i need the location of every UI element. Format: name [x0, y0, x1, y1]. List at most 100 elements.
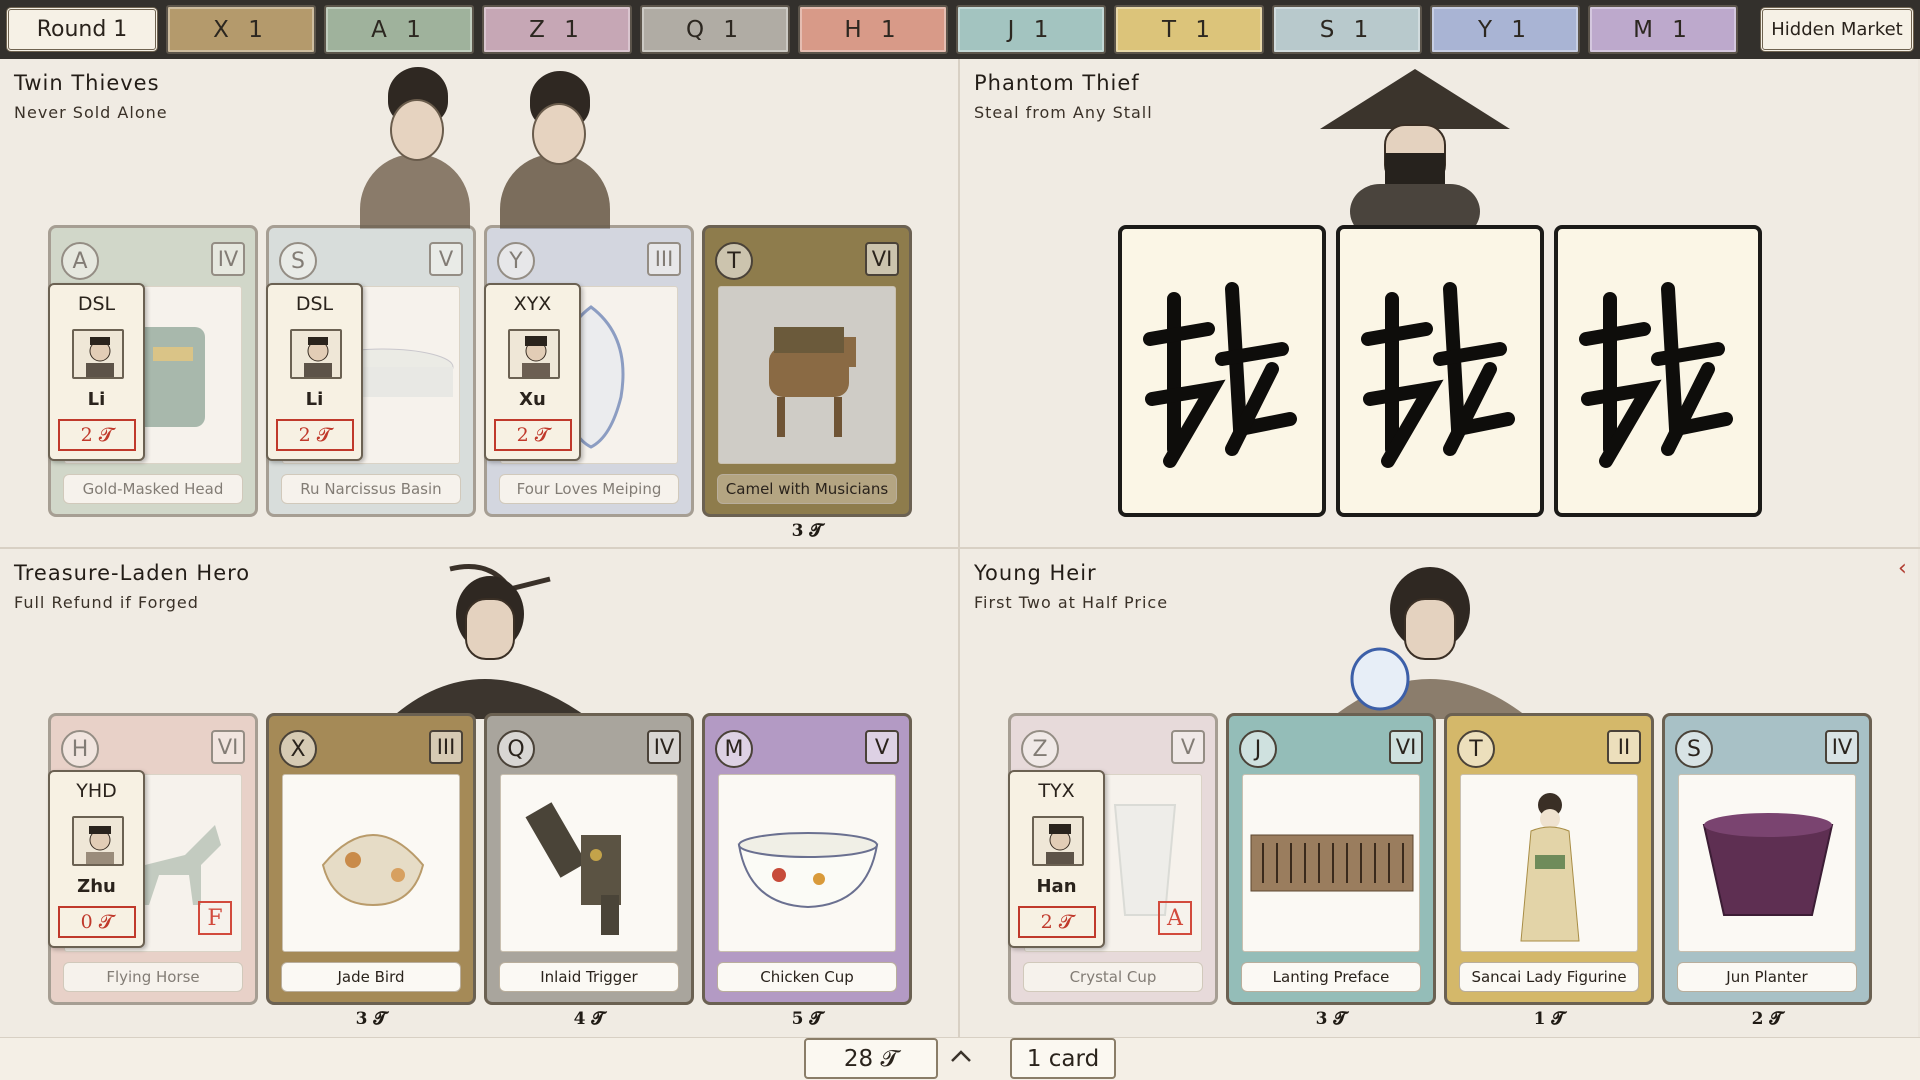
card-numeral: IV — [1825, 730, 1859, 764]
young-heir-portrait — [1320, 559, 1540, 719]
card-letter: Q — [497, 730, 535, 768]
calligraphy-glyph — [1143, 282, 1297, 468]
buyer-name: Li — [87, 389, 106, 410]
face-down-card[interactable] — [1118, 225, 1326, 517]
character-title: Treasure-Laden Hero — [14, 561, 251, 585]
card-letter: M — [715, 730, 753, 768]
card-letter: T — [1457, 730, 1495, 768]
buyer-code: TYX — [1038, 780, 1075, 802]
panel-phantom-thief: Phantom Thief Steal from Any Stall — [960, 59, 1918, 547]
jade-bird-image — [282, 774, 460, 952]
character-title: Phantom Thief — [974, 71, 1140, 95]
card-numeral: IV — [647, 730, 681, 764]
artifact-card[interactable]: X III Jade Bird — [266, 713, 476, 1005]
card-numeral: III — [429, 730, 463, 764]
chicken-cup-image — [718, 774, 896, 952]
chevron-up-icon[interactable] — [949, 1044, 973, 1068]
card-name: Ru Narcissus Basin — [281, 474, 461, 504]
buyer-tag: DSL Li 2 𝓣 — [266, 283, 363, 461]
buyer-avatar — [72, 329, 124, 379]
card-name: Lanting Preface — [1241, 962, 1421, 992]
tab-j[interactable]: J 1 — [956, 5, 1106, 54]
card-letter: A — [61, 242, 99, 280]
artifact-card[interactable]: S IV Jun Planter — [1662, 713, 1872, 1005]
tab-h[interactable]: H 1 — [798, 5, 948, 54]
authentic-stamp: A — [1158, 901, 1192, 935]
artifact-card[interactable]: T II Sancai Lady Figurine — [1444, 713, 1654, 1005]
card-price: 3 𝓣 — [1315, 1009, 1347, 1029]
card-price: 3 𝓣 — [791, 521, 823, 541]
tab-a[interactable]: A 1 — [324, 5, 474, 54]
card-name: Gold-Masked Head — [63, 474, 243, 504]
buyer-name: Xu — [519, 389, 546, 410]
artifact-card[interactable]: J VI Lanting Preface — [1226, 713, 1436, 1005]
buyer-tag: XYX Xu 2 𝓣 — [484, 283, 581, 461]
card-price: 3 𝓣 — [355, 1009, 387, 1029]
card-numeral: V — [429, 242, 463, 276]
camel-image — [718, 286, 896, 464]
tab-m[interactable]: M 1 — [1588, 5, 1738, 54]
twin-thieves-portrait — [340, 59, 670, 229]
card-name: Sancai Lady Figurine — [1459, 962, 1639, 992]
card-numeral: VI — [1389, 730, 1423, 764]
card-name: Inlaid Trigger — [499, 962, 679, 992]
card-letter: T — [715, 242, 753, 280]
character-ability: Full Refund if Forged — [14, 593, 199, 612]
tab-s[interactable]: S 1 — [1272, 5, 1422, 54]
calligraphy-glyph — [1579, 282, 1733, 468]
card-name: Jun Planter — [1677, 962, 1857, 992]
buyer-avatar — [290, 329, 342, 379]
tab-t[interactable]: T 1 — [1114, 5, 1264, 54]
buyer-avatar — [1032, 816, 1084, 866]
card-price: 2 𝓣 — [1751, 1009, 1783, 1029]
money-display: 28 𝓣 — [804, 1038, 938, 1079]
card-numeral: VI — [865, 242, 899, 276]
chevron-left-icon[interactable]: ‹ — [1898, 556, 1907, 581]
card-letter: J — [1239, 730, 1277, 768]
face-down-card[interactable] — [1336, 225, 1544, 517]
card-name: Four Loves Meiping — [499, 474, 679, 504]
artifact-card[interactable]: Q IV Inlaid Trigger — [484, 713, 694, 1005]
character-title: Twin Thieves — [14, 71, 160, 95]
panel-twin-thieves: Twin Thieves Never Sold Alone A IV Gold-… — [0, 59, 958, 547]
buyer-tag: TYX Han 2 𝓣 — [1008, 770, 1105, 948]
card-letter: Z — [1021, 730, 1059, 768]
card-name: Camel with Musicians — [717, 474, 897, 504]
buyer-code: DSL — [295, 293, 334, 315]
card-name: Flying Horse — [63, 962, 243, 992]
character-ability: First Two at Half Price — [974, 593, 1169, 612]
character-ability: Never Sold Alone — [14, 103, 168, 122]
face-down-card[interactable] — [1554, 225, 1762, 517]
tab-y[interactable]: Y 1 — [1430, 5, 1580, 54]
buyer-price: 0 𝓣 — [58, 906, 136, 938]
card-numeral: VI — [211, 730, 245, 764]
card-numeral: IV — [211, 242, 245, 276]
card-name: Crystal Cup — [1023, 962, 1203, 992]
buyer-tag: YHD Zhu 0 𝓣 — [48, 770, 145, 948]
card-letter: H — [61, 730, 99, 768]
round-indicator[interactable]: Round 1 — [6, 7, 158, 52]
hidden-market-button[interactable]: Hidden Market — [1760, 7, 1914, 52]
panel-young-heir: Young Heir First Two at Half Price Z V C… — [960, 549, 1918, 1037]
tab-q[interactable]: Q 1 — [640, 5, 790, 54]
card-name: Chicken Cup — [717, 962, 897, 992]
card-numeral: II — [1607, 730, 1641, 764]
buyer-tag: DSL Li 2 𝓣 — [48, 283, 145, 461]
card-name: Jade Bird — [281, 962, 461, 992]
card-count-display[interactable]: 1 card — [1010, 1038, 1116, 1079]
card-price: 1 𝓣 — [1533, 1009, 1565, 1029]
tab-x[interactable]: X 1 — [166, 5, 316, 54]
card-letter: X — [279, 730, 317, 768]
artifact-card[interactable]: T VI Camel with Musicians — [702, 225, 912, 517]
buyer-name: Li — [305, 389, 324, 410]
tab-z[interactable]: Z 1 — [482, 5, 632, 54]
buyer-code: XYX — [513, 293, 552, 315]
card-numeral: V — [1171, 730, 1205, 764]
artifact-card[interactable]: M V Chicken Cup — [702, 713, 912, 1005]
top-bar: Round 1 X 1 A 1 Z 1 Q 1 H 1 J 1 T 1 S 1 … — [0, 0, 1920, 59]
buyer-code: DSL — [77, 293, 116, 315]
card-numeral: III — [647, 242, 681, 276]
jun-planter-image — [1678, 774, 1856, 952]
buyer-code: YHD — [76, 780, 117, 802]
card-letter: S — [1675, 730, 1713, 768]
